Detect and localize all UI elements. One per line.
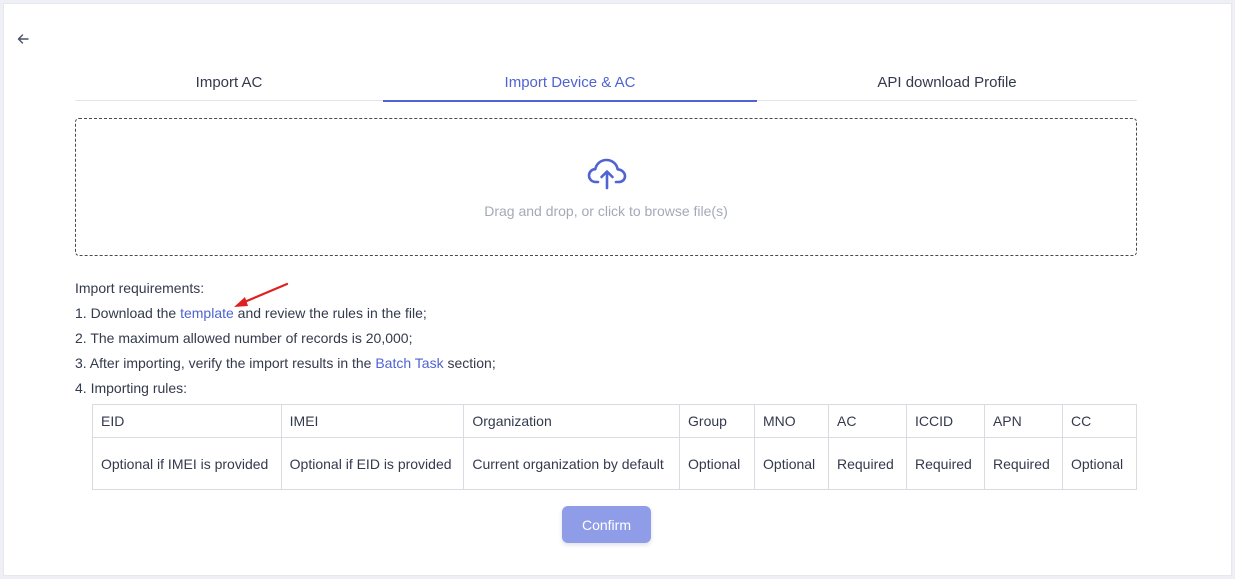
cell-organization: Current organization by default [463,437,681,490]
header-ac: AC [828,404,907,438]
requirement-1-prefix: 1. Download the [75,305,181,321]
header-organization: Organization [463,404,681,438]
cell-cc: Optional [1061,437,1138,490]
cell-ac: Required [828,437,907,490]
requirement-4: 4. Importing rules: [75,380,188,396]
header-apn: APN [983,404,1063,438]
template-link[interactable]: template [180,305,234,321]
header-eid: EID [92,404,282,438]
header-cc: CC [1061,404,1138,438]
requirement-3-prefix: 3. After importing, verify the import re… [75,355,376,371]
cell-group: Optional [679,437,756,490]
back-button[interactable] [14,30,32,48]
cloud-upload-icon [587,158,627,190]
cell-iccid: Required [905,437,985,490]
arrow-left-icon [17,34,29,44]
cell-eid: Optional if IMEI is provided [92,437,282,490]
annotation-arrow-icon [234,282,289,307]
table-header-row: EID IMEI Organization Group MNO AC ICCID… [92,404,1138,438]
tab-import-ac[interactable]: Import AC [75,63,383,101]
tab-api-download-profile[interactable]: API download Profile [757,63,1137,101]
dropzone-text: Drag and drop, or click to browse file(s… [484,203,728,219]
requirement-2: 2. The maximum allowed number of records… [75,330,413,346]
import-page: Import AC Import Device & AC API downloa… [3,3,1232,576]
cell-mno: Optional [754,437,829,490]
import-tabs: Import AC Import Device & AC API downloa… [75,63,1137,102]
confirm-button[interactable]: Confirm [562,506,651,543]
cell-apn: Required [983,437,1063,490]
header-group: Group [679,404,756,438]
file-dropzone[interactable]: Drag and drop, or click to browse file(s… [75,118,1137,256]
requirement-3: 3. After importing, verify the import re… [75,351,496,376]
batch-task-link[interactable]: Batch Task [375,355,443,371]
table-row: Optional if IMEI is provided Optional if… [92,437,1138,490]
header-imei: IMEI [280,404,465,438]
header-mno: MNO [754,404,829,438]
header-iccid: ICCID [905,404,985,438]
cell-imei: Optional if EID is provided [280,437,465,490]
tab-import-device-ac[interactable]: Import Device & AC [383,63,757,102]
requirement-3-suffix: section; [443,355,496,371]
importing-rules-table: EID IMEI Organization Group MNO AC ICCID… [92,404,1138,490]
